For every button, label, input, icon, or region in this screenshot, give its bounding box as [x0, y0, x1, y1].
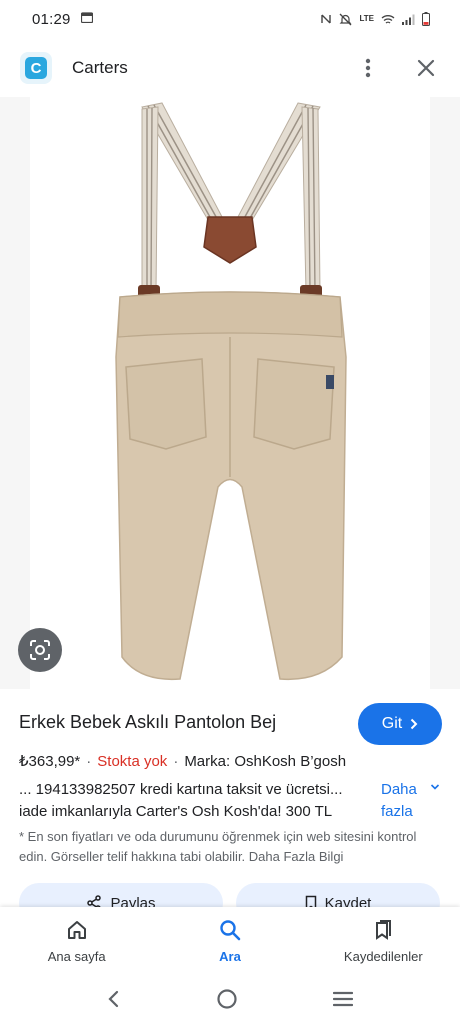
back-icon[interactable] — [107, 990, 121, 1013]
price-line: ₺363,99* · Stokta yok · Marka: OshKosh B’gos… — [19, 753, 347, 770]
chevron-down-icon[interactable] — [430, 783, 440, 791]
disclaimer: * En son fiyatları ve oda durumunu öğren… — [19, 829, 417, 864]
pants-illustration — [115, 102, 347, 681]
system-nav-bar — [0, 979, 460, 1024]
product-title: Erkek Bebek Askılı Pantolon Bej — [19, 712, 277, 732]
product-description: ... 194133982507 kredi kartına taksit ve… — [19, 779, 375, 823]
google-lens-button[interactable] — [18, 628, 62, 672]
wifi-icon — [381, 14, 395, 25]
recent-apps-icon[interactable] — [332, 991, 353, 1012]
nav-item-label: Kaydedilenler — [343, 949, 423, 964]
battery-icon — [422, 12, 430, 26]
nav-item-label: Ana sayfa — [47, 949, 106, 964]
more-link-label: Daha — [381, 781, 417, 798]
more-options-icon[interactable] — [354, 54, 382, 82]
more-link-label: fazla — [381, 803, 413, 820]
lens-icon — [30, 640, 50, 660]
price: ₺363,99* — [19, 753, 81, 770]
stock-status: Stokta yok — [97, 753, 168, 770]
status-bar: 01:29 LTE — [0, 0, 460, 38]
carters-logo: C — [20, 52, 52, 84]
close-icon[interactable] — [412, 54, 440, 82]
visit-button-label: Git — [381, 715, 403, 732]
logo-letter: C — [25, 57, 47, 79]
chevron-right-icon — [411, 718, 418, 730]
mute-icon — [339, 13, 352, 26]
app-title: Carters — [72, 58, 128, 77]
nav-item-search[interactable]: Ara — [153, 907, 306, 979]
product-image[interactable] — [0, 97, 460, 689]
nav-item-saved[interactable]: Kaydedilenler — [307, 907, 460, 979]
bottom-nav: Ana sayfa Ara Kaydedilenler — [0, 907, 460, 979]
more-link[interactable]: Daha fazla — [381, 779, 451, 823]
status-time: 01:29 — [32, 10, 71, 28]
description-line: iade imkanlarıyla Carter's Osh Kosh'da! … — [19, 803, 333, 820]
signal-icon — [402, 14, 415, 25]
nfc-icon — [320, 13, 332, 25]
app-header: C Carters — [0, 42, 460, 94]
visit-button[interactable]: Git — [358, 703, 442, 745]
brand: Marka: OshKosh B’gosh — [184, 753, 347, 770]
search-icon — [220, 920, 241, 941]
bookmarks-icon — [376, 920, 392, 940]
calendar-icon — [80, 10, 93, 28]
nav-item-label: Ara — [219, 949, 241, 964]
nav-item-home[interactable]: Ana sayfa — [0, 907, 153, 979]
home-icon — [67, 921, 86, 939]
network-type-label: LTE — [359, 14, 374, 23]
description-line: ... 194133982507 kredi kartına taksit ve… — [19, 781, 343, 798]
home-button-icon[interactable] — [216, 988, 238, 1015]
